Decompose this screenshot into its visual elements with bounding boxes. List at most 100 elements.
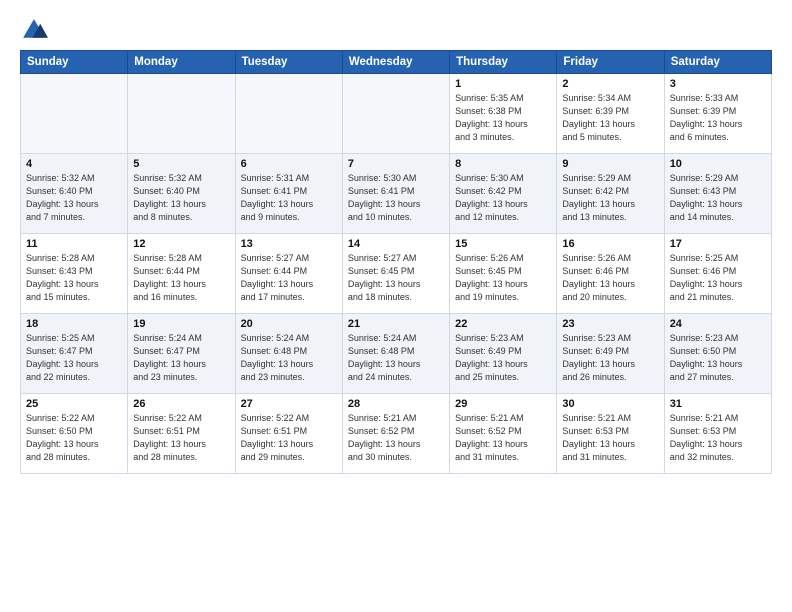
day-info: Sunrise: 5:24 AM Sunset: 6:48 PM Dayligh… — [241, 332, 337, 384]
day-info: Sunrise: 5:28 AM Sunset: 6:43 PM Dayligh… — [26, 252, 122, 304]
day-number: 14 — [348, 238, 444, 250]
day-number: 20 — [241, 318, 337, 330]
day-cell — [128, 74, 235, 154]
day-number: 13 — [241, 238, 337, 250]
day-info: Sunrise: 5:28 AM Sunset: 6:44 PM Dayligh… — [133, 252, 229, 304]
day-cell: 28 Sunrise: 5:21 AM Sunset: 6:52 PM Dayli… — [342, 394, 449, 474]
day-info: Sunrise: 5:24 AM Sunset: 6:47 PM Dayligh… — [133, 332, 229, 384]
day-number: 26 — [133, 398, 229, 410]
week-row-0: 1 Sunrise: 5:35 AM Sunset: 6:38 PM Daylig… — [21, 74, 772, 154]
week-row-2: 11 Sunrise: 5:28 AM Sunset: 6:43 PM Dayli… — [21, 234, 772, 314]
day-cell: 17Sunrise: 5:25 AM Sunset: 6:46 PM Dayli… — [664, 234, 771, 314]
day-info: Sunrise: 5:32 AM Sunset: 6:40 PM Dayligh… — [26, 172, 122, 224]
day-cell: 11 Sunrise: 5:28 AM Sunset: 6:43 PM Dayli… — [21, 234, 128, 314]
day-cell — [21, 74, 128, 154]
day-number: 21 — [348, 318, 444, 330]
day-number: 9 — [562, 158, 658, 170]
day-number: 15 — [455, 238, 551, 250]
day-number: 31 — [670, 398, 766, 410]
day-info: Sunrise: 5:21 AM Sunset: 6:53 PM Dayligh… — [670, 412, 766, 464]
day-info: Sunrise: 5:22 AM Sunset: 6:50 PM Dayligh… — [26, 412, 122, 464]
day-info: Sunrise: 5:25 AM Sunset: 6:46 PM Dayligh… — [670, 252, 766, 304]
day-cell: 22 Sunrise: 5:23 AM Sunset: 6:49 PM Dayli… — [450, 314, 557, 394]
day-number: 7 — [348, 158, 444, 170]
logo-icon — [20, 16, 48, 44]
day-number: 25 — [26, 398, 122, 410]
day-number: 22 — [455, 318, 551, 330]
header-cell-saturday: Saturday — [664, 51, 771, 74]
day-cell: 31 Sunrise: 5:21 AM Sunset: 6:53 PM Dayli… — [664, 394, 771, 474]
day-info: Sunrise: 5:29 AM Sunset: 6:43 PM Dayligh… — [670, 172, 766, 224]
calendar-table: SundayMondayTuesdayWednesdayThursdayFrid… — [20, 50, 772, 474]
header-row: SundayMondayTuesdayWednesdayThursdayFrid… — [21, 51, 772, 74]
day-cell: 18 Sunrise: 5:25 AM Sunset: 6:47 PM Dayli… — [21, 314, 128, 394]
day-info: Sunrise: 5:26 AM Sunset: 6:46 PM Dayligh… — [562, 252, 658, 304]
day-number: 27 — [241, 398, 337, 410]
day-number: 28 — [348, 398, 444, 410]
header-cell-friday: Friday — [557, 51, 664, 74]
day-info: Sunrise: 5:32 AM Sunset: 6:40 PM Dayligh… — [133, 172, 229, 224]
day-cell: 26 Sunrise: 5:22 AM Sunset: 6:51 PM Dayli… — [128, 394, 235, 474]
day-info: Sunrise: 5:34 AM Sunset: 6:39 PM Dayligh… — [562, 92, 658, 144]
day-number: 8 — [455, 158, 551, 170]
day-cell: 24 Sunrise: 5:23 AM Sunset: 6:50 PM Dayli… — [664, 314, 771, 394]
calendar-header: SundayMondayTuesdayWednesdayThursdayFrid… — [21, 51, 772, 74]
day-cell: 25 Sunrise: 5:22 AM Sunset: 6:50 PM Dayli… — [21, 394, 128, 474]
day-cell: 7 Sunrise: 5:30 AM Sunset: 6:41 PM Daylig… — [342, 154, 449, 234]
day-info: Sunrise: 5:30 AM Sunset: 6:42 PM Dayligh… — [455, 172, 551, 224]
week-row-4: 25 Sunrise: 5:22 AM Sunset: 6:50 PM Dayli… — [21, 394, 772, 474]
header-cell-wednesday: Wednesday — [342, 51, 449, 74]
day-cell: 21Sunrise: 5:24 AM Sunset: 6:48 PM Dayli… — [342, 314, 449, 394]
day-number: 24 — [670, 318, 766, 330]
day-cell: 2 Sunrise: 5:34 AM Sunset: 6:39 PM Daylig… — [557, 74, 664, 154]
day-number: 2 — [562, 78, 658, 90]
day-info: Sunrise: 5:30 AM Sunset: 6:41 PM Dayligh… — [348, 172, 444, 224]
day-info: Sunrise: 5:26 AM Sunset: 6:45 PM Dayligh… — [455, 252, 551, 304]
week-row-3: 18 Sunrise: 5:25 AM Sunset: 6:47 PM Dayli… — [21, 314, 772, 394]
day-number: 5 — [133, 158, 229, 170]
week-row-1: 4Sunrise: 5:32 AM Sunset: 6:40 PM Daylig… — [21, 154, 772, 234]
day-number: 10 — [670, 158, 766, 170]
day-number: 29 — [455, 398, 551, 410]
day-info: Sunrise: 5:21 AM Sunset: 6:52 PM Dayligh… — [455, 412, 551, 464]
day-number: 16 — [562, 238, 658, 250]
day-info: Sunrise: 5:35 AM Sunset: 6:38 PM Dayligh… — [455, 92, 551, 144]
day-number: 23 — [562, 318, 658, 330]
day-info: Sunrise: 5:23 AM Sunset: 6:49 PM Dayligh… — [455, 332, 551, 384]
day-cell: 13 Sunrise: 5:27 AM Sunset: 6:44 PM Dayli… — [235, 234, 342, 314]
day-number: 11 — [26, 238, 122, 250]
day-info: Sunrise: 5:22 AM Sunset: 6:51 PM Dayligh… — [241, 412, 337, 464]
day-number: 30 — [562, 398, 658, 410]
day-cell: 20 Sunrise: 5:24 AM Sunset: 6:48 PM Dayli… — [235, 314, 342, 394]
page: SundayMondayTuesdayWednesdayThursdayFrid… — [0, 0, 792, 612]
day-info: Sunrise: 5:21 AM Sunset: 6:52 PM Dayligh… — [348, 412, 444, 464]
day-info: Sunrise: 5:27 AM Sunset: 6:44 PM Dayligh… — [241, 252, 337, 304]
day-cell: 1 Sunrise: 5:35 AM Sunset: 6:38 PM Daylig… — [450, 74, 557, 154]
day-info: Sunrise: 5:29 AM Sunset: 6:42 PM Dayligh… — [562, 172, 658, 224]
day-cell — [235, 74, 342, 154]
header-cell-tuesday: Tuesday — [235, 51, 342, 74]
day-info: Sunrise: 5:25 AM Sunset: 6:47 PM Dayligh… — [26, 332, 122, 384]
day-number: 1 — [455, 78, 551, 90]
header-cell-sunday: Sunday — [21, 51, 128, 74]
day-cell: 3 Sunrise: 5:33 AM Sunset: 6:39 PM Daylig… — [664, 74, 771, 154]
day-number: 19 — [133, 318, 229, 330]
day-cell: 10 Sunrise: 5:29 AM Sunset: 6:43 PM Dayli… — [664, 154, 771, 234]
day-number: 18 — [26, 318, 122, 330]
day-cell: 14 Sunrise: 5:27 AM Sunset: 6:45 PM Dayli… — [342, 234, 449, 314]
day-info: Sunrise: 5:22 AM Sunset: 6:51 PM Dayligh… — [133, 412, 229, 464]
day-cell: 8 Sunrise: 5:30 AM Sunset: 6:42 PM Daylig… — [450, 154, 557, 234]
day-info: Sunrise: 5:27 AM Sunset: 6:45 PM Dayligh… — [348, 252, 444, 304]
day-cell: 4Sunrise: 5:32 AM Sunset: 6:40 PM Daylig… — [21, 154, 128, 234]
header-cell-monday: Monday — [128, 51, 235, 74]
day-cell: 23Sunrise: 5:23 AM Sunset: 6:49 PM Dayli… — [557, 314, 664, 394]
day-info: Sunrise: 5:21 AM Sunset: 6:53 PM Dayligh… — [562, 412, 658, 464]
day-cell: 9 Sunrise: 5:29 AM Sunset: 6:42 PM Daylig… — [557, 154, 664, 234]
day-cell: 6Sunrise: 5:31 AM Sunset: 6:41 PM Daylig… — [235, 154, 342, 234]
day-number: 6 — [241, 158, 337, 170]
day-number: 3 — [670, 78, 766, 90]
day-cell: 19 Sunrise: 5:24 AM Sunset: 6:47 PM Dayli… — [128, 314, 235, 394]
day-info: Sunrise: 5:33 AM Sunset: 6:39 PM Dayligh… — [670, 92, 766, 144]
day-info: Sunrise: 5:23 AM Sunset: 6:50 PM Dayligh… — [670, 332, 766, 384]
day-number: 12 — [133, 238, 229, 250]
